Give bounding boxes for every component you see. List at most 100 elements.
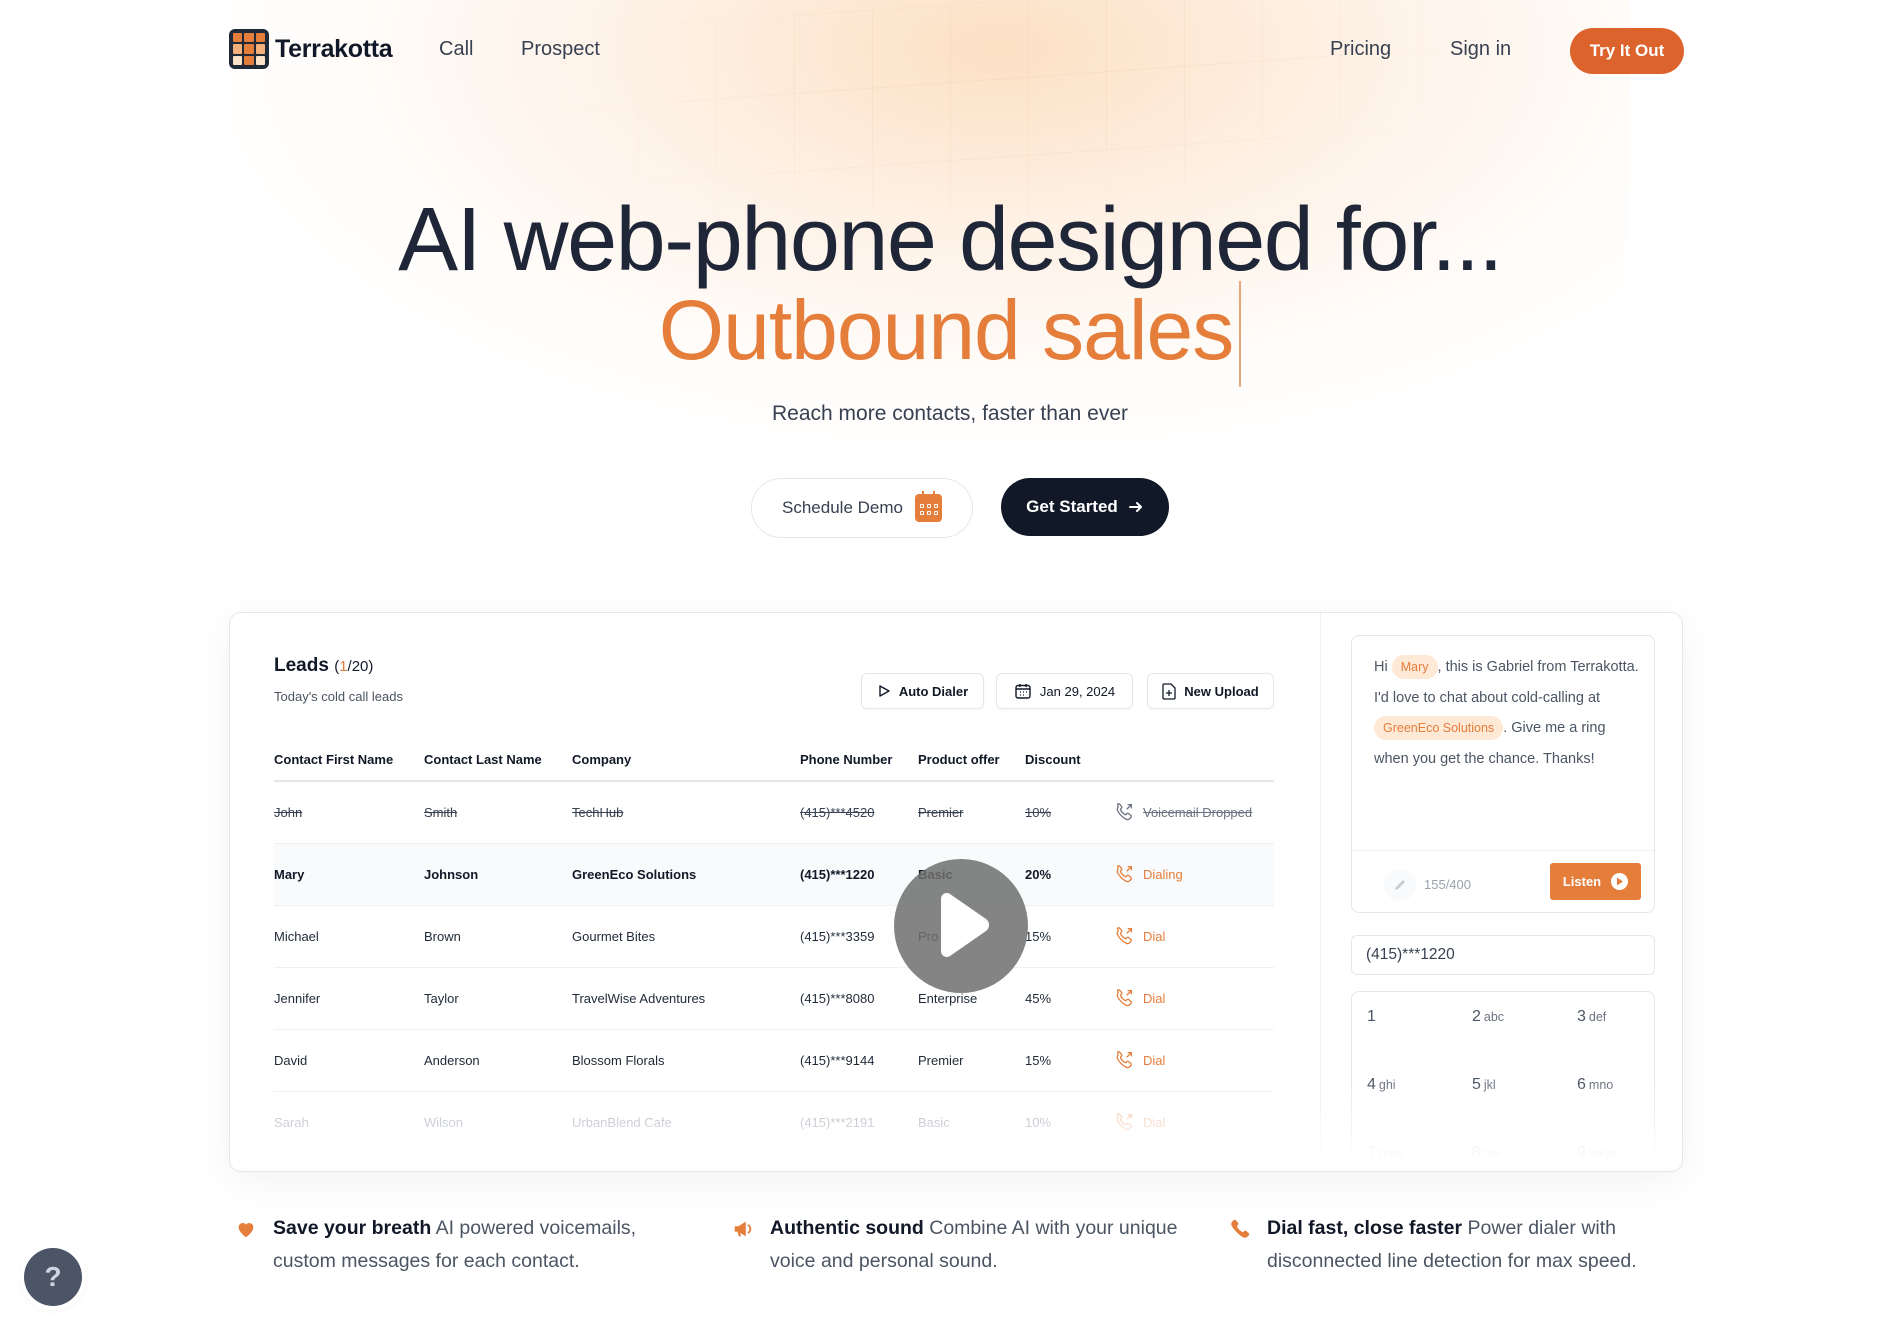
table-row[interactable]: Sarah Wilson UrbanBlend Cafe (415)***219… xyxy=(274,1091,1274,1154)
new-upload-button[interactable]: New Upload xyxy=(1147,673,1274,709)
table-row[interactable]: Michael Brown Gourmet Bites (415)***3359… xyxy=(274,905,1274,968)
key-letters: wxyz xyxy=(1588,1146,1617,1160)
date-picker-button[interactable]: Jan 29, 2024 xyxy=(996,673,1133,709)
col-phone[interactable]: Phone Number xyxy=(800,739,918,782)
col-last-name[interactable]: Contact Last Name xyxy=(424,739,572,782)
cell-discount: 15% xyxy=(1025,1029,1113,1092)
cell-phone: (415)***9144 xyxy=(800,1029,918,1092)
character-count: 155/400 xyxy=(1424,877,1471,892)
schedule-demo-button[interactable]: Schedule Demo xyxy=(751,478,973,538)
heart-icon xyxy=(238,1223,254,1238)
voicemail-message-text[interactable]: Hi Mary, this is Gabriel from Terrakotta… xyxy=(1374,652,1644,774)
cell-phone: (415)***4520 xyxy=(800,781,918,844)
cell-status: Dial xyxy=(1113,967,1274,1030)
cell-first-name: Sarah xyxy=(274,1091,424,1154)
dial-number-input[interactable]: (415)***1220 xyxy=(1351,935,1655,975)
cell-company: TravelWise Adventures xyxy=(572,967,800,1030)
table-row[interactable]: Jennifer Taylor TravelWise Adventures (4… xyxy=(274,967,1274,1030)
col-product[interactable]: Product offer xyxy=(918,739,1025,782)
key-7[interactable]: 7 pqrs xyxy=(1367,1144,1403,1162)
dial-button[interactable]: Dial xyxy=(1113,1111,1274,1133)
voicemail-panel: Hi Mary, this is Gabriel from Terrakotta… xyxy=(1320,613,1682,1171)
get-started-button[interactable]: Get Started xyxy=(1001,478,1169,536)
phone-outgoing-icon xyxy=(1116,1051,1132,1069)
leads-title: Leads (1/20) xyxy=(274,655,373,677)
key-8[interactable]: 8 tuv xyxy=(1472,1144,1501,1162)
dial-button[interactable]: Dial xyxy=(1113,925,1274,947)
video-play-button[interactable] xyxy=(894,859,1028,993)
feature-save-breath: Save your breath AI powered voicemails, … xyxy=(238,1212,743,1278)
key-3[interactable]: 3 def xyxy=(1577,1008,1606,1026)
table-row[interactable]: John Smith TechHub (415)***4520 Premier … xyxy=(274,781,1274,844)
pencil-icon xyxy=(1395,880,1405,890)
play-icon xyxy=(941,893,989,957)
feature-title: Save your breath xyxy=(273,1217,432,1239)
status-label: Dial xyxy=(1143,990,1166,1006)
col-first-name[interactable]: Contact First Name xyxy=(274,739,424,782)
key-1[interactable]: 1 xyxy=(1367,1008,1376,1026)
auto-dialer-button[interactable]: Auto Dialer xyxy=(861,673,984,709)
key-digit: 1 xyxy=(1367,1008,1376,1025)
cell-last-name: Anderson xyxy=(424,1029,572,1092)
logo-link[interactable]: Terrakotta xyxy=(229,29,393,69)
key-5[interactable]: 5 jkl xyxy=(1472,1076,1496,1094)
new-upload-label: New Upload xyxy=(1184,683,1259,699)
leads-count-total: /20 xyxy=(347,658,369,675)
cell-discount: 15% xyxy=(1025,905,1113,968)
key-9[interactable]: 9 wxyz xyxy=(1577,1144,1617,1162)
nav-sign-in[interactable]: Sign in xyxy=(1450,38,1511,61)
table-row[interactable]: Mary Johnson GreenEco Solutions (415)***… xyxy=(274,843,1274,906)
col-company[interactable]: Company xyxy=(572,739,800,782)
table-header-row: Contact First Name Contact Last Name Com… xyxy=(274,739,1274,782)
dial-button[interactable]: Dial xyxy=(1113,1049,1274,1071)
variable-chip-first-name[interactable]: Mary xyxy=(1391,655,1438,679)
try-it-out-button[interactable]: Try It Out xyxy=(1570,28,1684,74)
status-label: Dialing xyxy=(1143,866,1183,882)
key-digit: 8 xyxy=(1472,1144,1481,1161)
key-6[interactable]: 6 mno xyxy=(1577,1076,1613,1094)
feature-authentic-sound: Authentic sound Combine AI with your uni… xyxy=(734,1212,1240,1278)
cell-discount: 20% xyxy=(1025,843,1113,906)
dial-button[interactable]: Dial xyxy=(1113,987,1274,1009)
nav-prospect[interactable]: Prospect xyxy=(521,38,600,61)
dial-keypad: 1 2 abc 3 def 4 ghi 5 jkl 6 mno 7 pqrs 8 tuv 9w… xyxy=(1351,991,1655,1171)
cell-product: Premier xyxy=(918,1029,1025,1092)
brand-name: Terrakotta xyxy=(275,34,393,63)
key-4[interactable]: 4 ghi xyxy=(1367,1076,1396,1094)
cell-company: UrbanBlend Cafe xyxy=(572,1091,800,1154)
phone-icon xyxy=(1231,1219,1250,1238)
status-dialing[interactable]: Dialing xyxy=(1113,863,1274,885)
col-discount[interactable]: Discount xyxy=(1025,739,1113,782)
edit-message-button[interactable] xyxy=(1384,869,1416,901)
key-letters: jkl xyxy=(1483,1078,1496,1092)
calendar-icon xyxy=(914,491,942,522)
nav-pricing[interactable]: Pricing xyxy=(1330,38,1391,61)
calendar-outline-icon xyxy=(1015,684,1031,699)
cell-discount: 10% xyxy=(1025,781,1113,844)
listen-button[interactable]: Listen xyxy=(1550,863,1641,900)
key-letters: pqrs xyxy=(1378,1146,1404,1160)
feature-text-line2: disconnected line detection for max spee… xyxy=(1267,1250,1637,1272)
cell-company: Gourmet Bites xyxy=(572,905,800,968)
key-2[interactable]: 2 abc xyxy=(1472,1008,1504,1026)
feature-text: Power dialer with xyxy=(1467,1217,1616,1239)
message-text-segment: Hi xyxy=(1374,659,1392,675)
cell-last-name: Smith xyxy=(424,781,572,844)
cell-discount: 45% xyxy=(1025,967,1113,1030)
cell-phone: (415)***8080 xyxy=(800,967,918,1030)
key-letters: def xyxy=(1588,1010,1607,1024)
cell-status: Dial xyxy=(1113,905,1274,968)
feature-title: Authentic sound xyxy=(770,1217,924,1239)
feature-title: Dial fast, close faster xyxy=(1267,1217,1463,1239)
cell-product: Basic xyxy=(918,1091,1025,1154)
megaphone-icon xyxy=(734,1221,752,1237)
logo-grid-icon xyxy=(229,29,269,69)
voicemail-footer: 155/400 Listen xyxy=(1352,850,1654,914)
leads-title-text: Leads xyxy=(274,655,329,676)
variable-chip-company[interactable]: GreenEco Solutions xyxy=(1374,716,1504,740)
help-button[interactable]: ? xyxy=(24,1248,82,1306)
auto-dialer-label: Auto Dialer xyxy=(898,683,969,699)
nav-call[interactable]: Call xyxy=(439,38,473,61)
status-voicemail-dropped[interactable]: Voicemail Dropped xyxy=(1113,801,1274,823)
table-row[interactable]: David Anderson Blossom Florals (415)***9… xyxy=(274,1029,1274,1092)
